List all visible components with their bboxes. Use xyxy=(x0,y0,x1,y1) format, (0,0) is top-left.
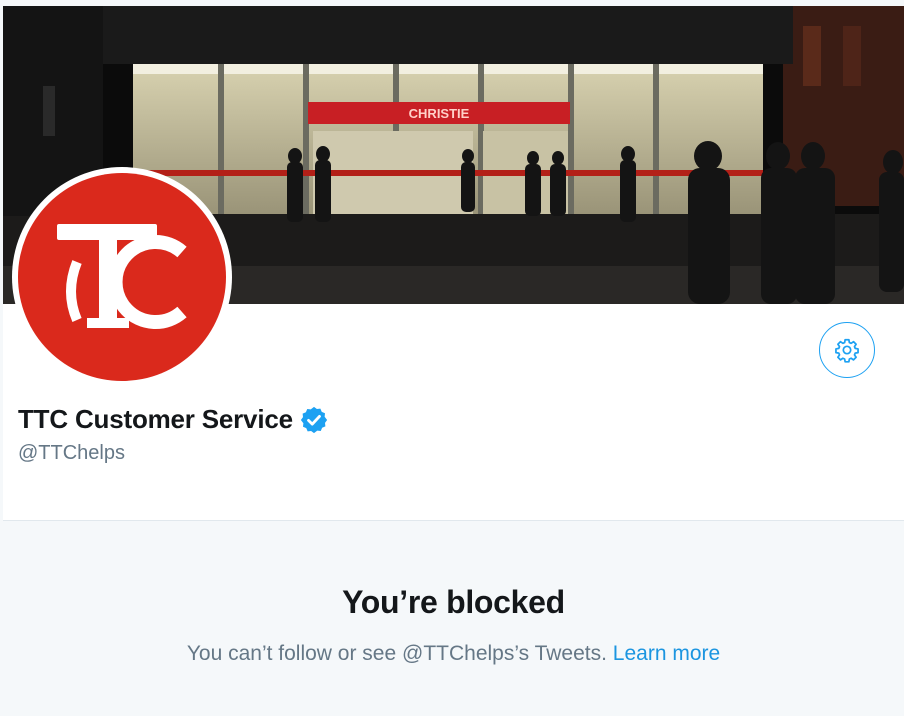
profile-name-row: TTC Customer Service xyxy=(18,404,329,435)
ttc-logo-mark xyxy=(57,224,187,329)
ttc-logo xyxy=(18,173,226,381)
user-handle: @TTChelps xyxy=(18,442,125,464)
gear-icon xyxy=(835,338,859,363)
blocked-message-text: You can’t follow or see @TTChelps’s Twee… xyxy=(186,642,607,665)
blocked-message: You can’t follow or see @TTChelps’s Twee… xyxy=(3,642,904,666)
verified-badge-icon xyxy=(300,406,327,433)
avatar[interactable] xyxy=(12,167,232,387)
station-sign: CHRISTIE xyxy=(409,106,470,121)
display-name: TTC Customer Service xyxy=(18,404,293,434)
settings-button[interactable] xyxy=(819,322,875,378)
learn-more-link[interactable]: Learn more xyxy=(613,642,720,665)
blocked-title: You’re blocked xyxy=(342,584,565,620)
profile-page: CHRISTIE TTC Customer Service @TTChelps … xyxy=(3,6,904,716)
